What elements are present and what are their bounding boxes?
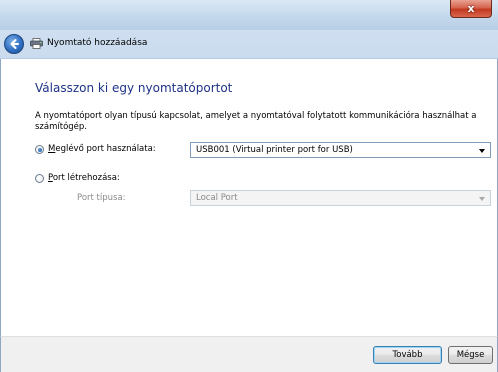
existing-port-radio[interactable] (35, 145, 44, 154)
printer-icon (30, 38, 43, 49)
port-type-label: Port típusa: (77, 193, 126, 203)
create-port-label-text: ort létrehozása: (52, 173, 120, 183)
page-heading: Válasszon ki egy nyomtatóportot (35, 81, 233, 95)
create-port-label[interactable]: Port létrehozása: (48, 173, 120, 183)
add-printer-window: x Nyomtató hozzáadása Válasszon ki egy n… (0, 0, 498, 372)
existing-port-label-text: eglévő port használata: (55, 144, 156, 154)
close-icon: x (467, 2, 475, 15)
existing-port-value: USB001 (Virtual printer port for USB) (196, 145, 353, 155)
title-bar[interactable]: x (0, 0, 498, 31)
wizard-title: Nyomtató hozzáadása (47, 38, 148, 48)
chevron-down-icon (479, 197, 485, 201)
existing-port-label[interactable]: Meglévő port használata: (48, 144, 156, 154)
chevron-down-icon (479, 149, 485, 153)
port-type-value: Local Port (196, 193, 238, 203)
back-button[interactable] (4, 34, 24, 54)
close-button[interactable]: x (450, 0, 492, 18)
navigation-bar: Nyomtató hozzáadása (0, 30, 498, 59)
cancel-button[interactable]: Mégse (448, 346, 493, 364)
page-description: A nyomtatóport olyan típusú kapcsolat, a… (35, 111, 477, 132)
wizard-content: Válasszon ki egy nyomtatóportot A nyomta… (0, 59, 498, 336)
radio-selected-dot (37, 147, 42, 152)
create-port-radio[interactable] (35, 174, 44, 183)
existing-port-dropdown[interactable]: USB001 (Virtual printer port for USB) (190, 142, 491, 158)
port-type-dropdown[interactable]: Local Port (190, 190, 491, 206)
back-arrow-icon (10, 39, 19, 49)
next-button[interactable]: Tovább (373, 346, 442, 364)
wizard-footer: Tovább Mégse (0, 336, 498, 372)
